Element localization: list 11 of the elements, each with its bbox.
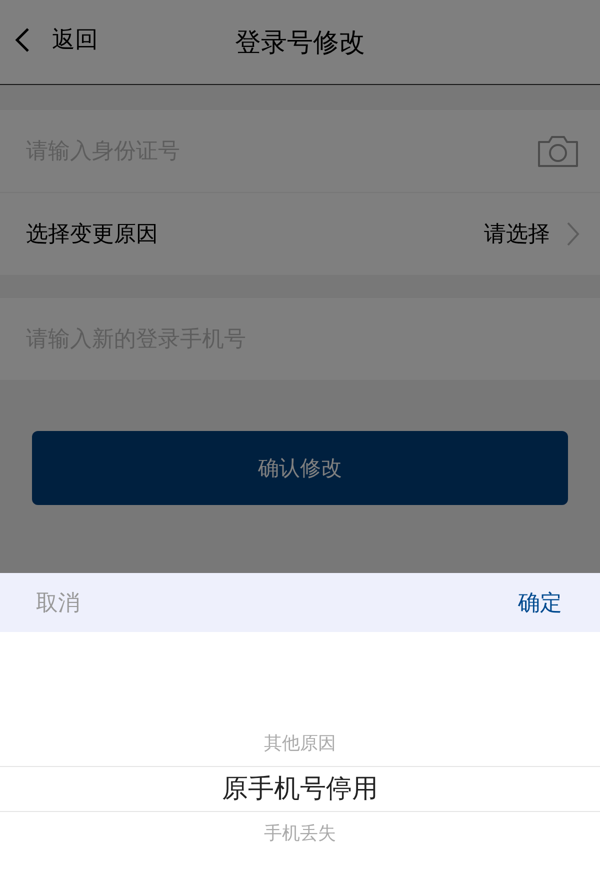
field-label: 选择变更原因 (26, 221, 159, 249)
select-value: 请选择 (484, 221, 550, 249)
back-icon (14, 26, 30, 52)
confirm-picker-button[interactable]: 确定 (508, 584, 572, 622)
picker-option[interactable]: 原手机号停用 (0, 766, 600, 812)
form-row[interactable]: 选择变更原因 请选择 (0, 193, 600, 276)
confirm-button[interactable]: 确认修改 (32, 431, 568, 505)
back-button[interactable]: 返回 (14, 24, 98, 55)
camera-icon[interactable] (536, 134, 580, 168)
page-title: 登录号修改 (235, 26, 365, 60)
chevron-right-icon (566, 221, 580, 247)
